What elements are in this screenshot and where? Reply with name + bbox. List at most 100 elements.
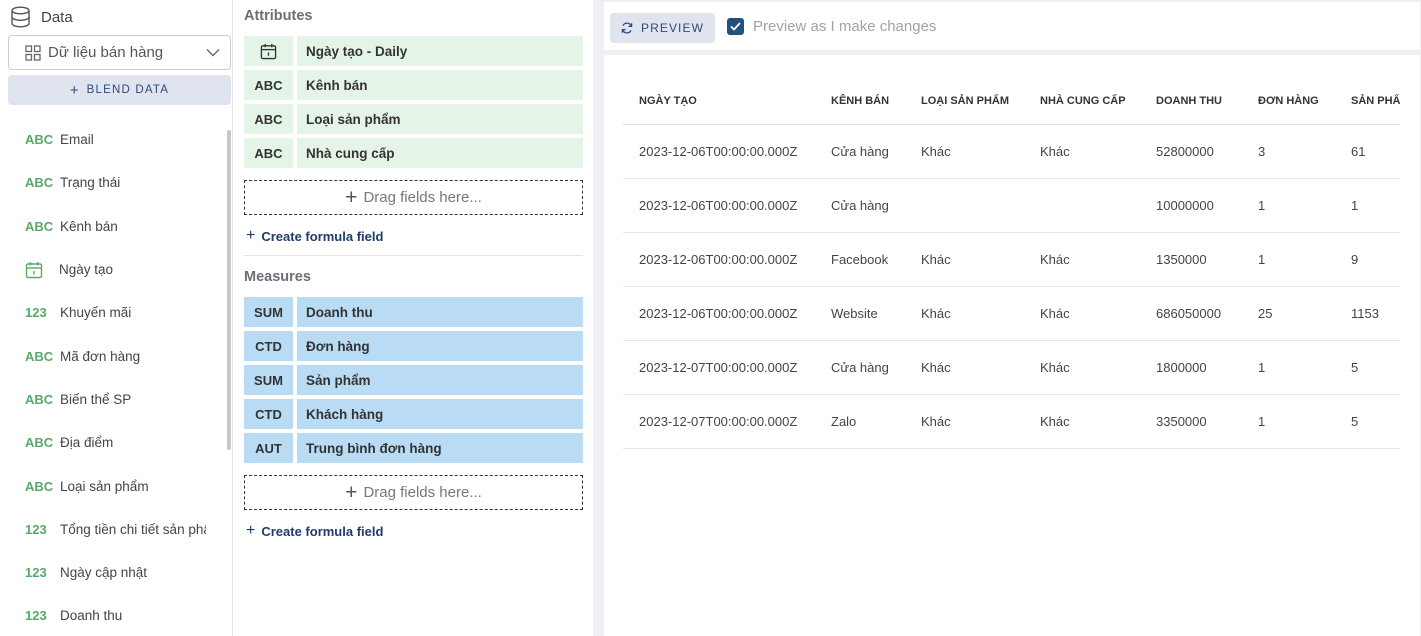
- measures-create-formula-link[interactable]: + Create formula field: [246, 522, 383, 540]
- aggregation-tag: CTD: [244, 399, 293, 429]
- field-item[interactable]: 123 Doanh thu: [0, 594, 225, 636]
- field-item[interactable]: 123 Tổng tiền chi tiết sản phẩm: [0, 508, 225, 551]
- attribute-pill[interactable]: ABC Loại sản phẩm: [244, 104, 583, 134]
- plus-icon: +: [246, 227, 256, 244]
- aggregation-tag: AUT: [244, 433, 293, 463]
- table-cell: 1: [1242, 394, 1335, 449]
- attributes-drop-zone[interactable]: + Drag fields here...: [244, 180, 583, 215]
- table-row: 2023-12-06T00:00:00.000Z Cửa hàng 10000000…: [623, 178, 1400, 233]
- plus-icon: +: [246, 522, 256, 539]
- field-item[interactable]: ABC Kênh bán: [0, 205, 225, 248]
- field-name: Ngày tạo: [59, 262, 114, 278]
- table-cell: 9: [1335, 232, 1400, 287]
- table-cell: 1: [1242, 178, 1335, 233]
- table-cell: [905, 178, 1024, 233]
- field-item[interactable]: ABC Trạng thái: [0, 161, 225, 204]
- field-type-badge: ABC: [25, 348, 54, 364]
- column-header[interactable]: SẢN PHẨM: [1335, 79, 1400, 125]
- fields-config-panel: Attributes Ngày tạo - Daily ABC Kênh bán AB…: [233, 0, 593, 636]
- database-icon: [11, 6, 30, 28]
- field-item[interactable]: ABC Địa điểm: [0, 421, 225, 464]
- field-item[interactable]: 123 Ngày cập nhật: [0, 551, 225, 594]
- table-cell: 10000000: [1140, 178, 1242, 233]
- preview-table: NGÀY TẠO KÊNH BÁN LOẠI SẢN PHẨM NHÀ CUNG CẤ…: [623, 79, 1400, 449]
- field-item[interactable]: ABC Email: [0, 118, 225, 161]
- column-header[interactable]: NGÀY TẠO: [623, 79, 815, 125]
- plus-icon: +: [345, 480, 358, 504]
- measures-drop-zone[interactable]: + Drag fields here...: [244, 475, 583, 510]
- drop-zone-label: Drag fields here...: [363, 484, 482, 501]
- table-cell: 2023-12-06T00:00:00.000Z: [623, 232, 815, 287]
- column-header[interactable]: ĐƠN HÀNG: [1242, 79, 1335, 125]
- field-type-badge: 123: [25, 305, 47, 321]
- preview-auto-label: Preview as I make changes: [753, 18, 937, 35]
- table-header-row: NGÀY TẠO KÊNH BÁN LOẠI SẢN PHẨM NHÀ CUNG CẤ…: [623, 79, 1400, 125]
- preview-auto-checkbox[interactable]: [727, 18, 744, 35]
- pill-label: Ngày tạo - Daily: [297, 36, 583, 66]
- measure-pill[interactable]: CTD Đơn hàng: [244, 331, 583, 361]
- grid-icon: [25, 44, 41, 61]
- table-cell: Khác: [905, 286, 1024, 341]
- field-item[interactable]: ABC Biến thể SP: [0, 378, 225, 421]
- measure-pill[interactable]: SUM Doanh thu: [244, 297, 583, 327]
- column-header[interactable]: KÊNH BÁN: [815, 79, 905, 125]
- pill-label: Kênh bán: [297, 70, 583, 100]
- measure-pill[interactable]: SUM Sản phẩm: [244, 365, 583, 395]
- chevron-down-icon: [206, 49, 220, 57]
- field-name: Biến thể SP: [60, 391, 132, 407]
- create-formula-label: Create formula field: [261, 523, 384, 539]
- column-header[interactable]: NHÀ CUNG CẤP: [1024, 79, 1140, 125]
- table-row: 2023-12-07T00:00:00.000Z Zalo Khác Khác 3350…: [623, 394, 1400, 449]
- aggregation-tag: SUM: [244, 365, 293, 395]
- pill-label: Loại sản phẩm: [297, 104, 583, 134]
- field-item[interactable]: Ngày tạo: [0, 248, 225, 291]
- measure-pill[interactable]: CTD Khách hàng: [244, 399, 583, 429]
- table-cell: Khác: [1024, 232, 1140, 287]
- column-header[interactable]: DOANH THU: [1140, 79, 1242, 125]
- field-item[interactable]: ABC Loại sản phẩm: [0, 464, 225, 507]
- preview-button-label: PREVIEW: [640, 21, 705, 35]
- aggregation-tag: [244, 36, 293, 66]
- table-cell: Cửa hàng: [815, 340, 905, 395]
- table-cell: Khác: [1024, 286, 1140, 341]
- plus-icon: +: [345, 185, 358, 209]
- table-row: 2023-12-06T00:00:00.000Z Cửa hàng Khác Khác…: [623, 124, 1400, 179]
- table-cell: Khác: [1024, 394, 1140, 449]
- table-cell: 3: [1242, 124, 1335, 179]
- measure-pill[interactable]: AUT Trung bình đơn hàng: [244, 433, 583, 463]
- table-cell: 2023-12-06T00:00:00.000Z: [623, 124, 815, 179]
- field-type-badge: ABC: [25, 435, 54, 451]
- field-list: ABC Email ABC Trạng thái ABC Kênh bán Ngày tạo…: [0, 118, 225, 636]
- table-cell: Khác: [905, 340, 1024, 395]
- data-header: Data: [10, 6, 73, 28]
- datasource-label: Dữ liệu bán hàng: [48, 44, 164, 61]
- field-name: Loại sản phẩm: [60, 478, 149, 494]
- field-item[interactable]: 123 Khuyến mãi: [0, 291, 225, 334]
- plus-icon: +: [69, 81, 79, 99]
- pill-label: Đơn hàng: [297, 331, 583, 361]
- field-item[interactable]: ABC Mã đơn hàng: [0, 334, 225, 377]
- field-list-scrollbar[interactable]: [227, 130, 231, 450]
- table-row: 2023-12-07T00:00:00.000Z Cửa hàng Khác Khác…: [623, 340, 1400, 395]
- pill-label: Khách hàng: [297, 399, 583, 429]
- pill-label: Nhà cung cấp: [297, 138, 583, 168]
- column-header[interactable]: LOẠI SẢN PHẨM: [905, 79, 1024, 125]
- preview-table-area: NGÀY TẠO KÊNH BÁN LOẠI SẢN PHẨM NHÀ CUNG CẤ…: [604, 55, 1420, 636]
- preview-toolbar: PREVIEW Preview as I make changes: [604, 2, 1420, 50]
- attribute-pill[interactable]: ABC Nhà cung cấp: [244, 138, 583, 168]
- attributes-create-formula-link[interactable]: + Create formula field: [246, 227, 383, 245]
- table-cell: Cửa hàng: [815, 124, 905, 179]
- preview-button[interactable]: PREVIEW: [610, 13, 715, 43]
- attribute-pill[interactable]: ABC Kênh bán: [244, 70, 583, 100]
- drop-zone-label: Drag fields here...: [363, 189, 482, 206]
- table-cell: Cửa hàng: [815, 178, 905, 233]
- datasource-select[interactable]: Dữ liệu bán hàng: [8, 35, 231, 70]
- table-cell: 5: [1335, 394, 1400, 449]
- field-name: Khuyến mãi: [60, 305, 132, 321]
- blend-data-button[interactable]: + BLEND DATA: [8, 75, 231, 105]
- attribute-pill[interactable]: Ngày tạo - Daily: [244, 36, 583, 66]
- field-type-badge: ABC: [25, 391, 54, 407]
- field-type-badge: 123: [25, 608, 47, 624]
- table-cell: Khác: [1024, 124, 1140, 179]
- measures-title: Measures: [244, 269, 311, 285]
